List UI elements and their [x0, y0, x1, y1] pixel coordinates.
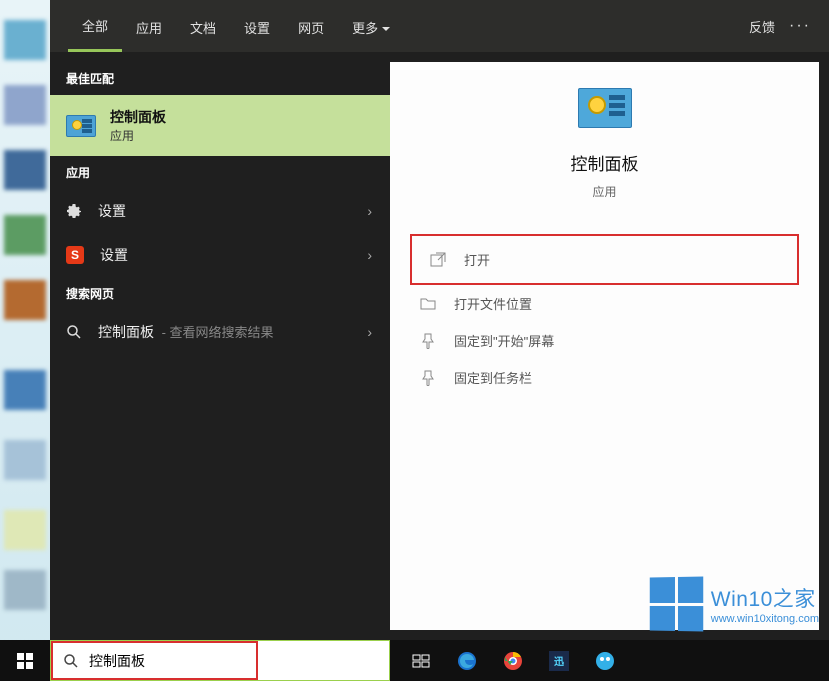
- feedback-link[interactable]: 反馈: [749, 17, 775, 36]
- options-menu-icon[interactable]: ···: [789, 17, 811, 35]
- svg-text:迅: 迅: [554, 655, 564, 668]
- section-best-match: 最佳匹配: [50, 62, 390, 95]
- tab-docs[interactable]: 文档: [176, 2, 230, 51]
- details-subtitle: 应用: [410, 183, 799, 200]
- gear-icon: [66, 203, 82, 219]
- chevron-right-icon: ›: [367, 203, 372, 219]
- open-icon: [430, 252, 446, 268]
- app-item-sogou[interactable]: S 设置 ›: [50, 233, 390, 277]
- web-search-item[interactable]: 控制面板 - 查看网络搜索结果 ›: [50, 310, 390, 354]
- chevron-right-icon: ›: [367, 324, 372, 340]
- chevron-right-icon: ›: [367, 247, 372, 263]
- results-list: 最佳匹配 控制面板 应用 应用 设置 › S 设置 ›: [50, 52, 390, 640]
- start-button[interactable]: [0, 640, 50, 681]
- app-item-label: 设置: [98, 201, 126, 221]
- tab-settings[interactable]: 设置: [230, 2, 284, 51]
- action-label: 固定到任务栏: [454, 368, 532, 387]
- chrome-browser-icon[interactable]: [490, 640, 536, 681]
- app-item-label: 设置: [100, 245, 128, 265]
- windows-logo-icon: [650, 576, 703, 631]
- search-icon: [66, 324, 82, 340]
- taskbar-search[interactable]: [50, 640, 390, 681]
- best-match-title: 控制面板: [110, 107, 166, 127]
- details-pane: 控制面板 应用 打开 打开文件位置: [390, 62, 819, 630]
- taskbar: 迅: [0, 640, 829, 681]
- action-label: 固定到"开始"屏幕: [454, 331, 554, 350]
- search-input[interactable]: [89, 653, 377, 669]
- pin-start-icon: [420, 333, 436, 349]
- watermark: Win10之家 www.win10xitong.com: [649, 577, 819, 631]
- watermark-title: Win10之家: [711, 583, 819, 613]
- section-apps: 应用: [50, 156, 390, 189]
- desktop-strip: [0, 0, 50, 681]
- app-icon-2[interactable]: [582, 640, 628, 681]
- edge-browser-icon[interactable]: [444, 640, 490, 681]
- best-match-subtitle: 应用: [110, 127, 166, 144]
- best-match-item[interactable]: 控制面板 应用: [50, 95, 390, 156]
- web-item-label: 控制面板: [98, 324, 154, 340]
- pin-taskbar-icon: [420, 370, 436, 386]
- tab-all[interactable]: 全部: [68, 0, 122, 52]
- task-view-button[interactable]: [398, 640, 444, 681]
- search-tabs: 全部 应用 文档 设置 网页 更多 反馈 ···: [50, 0, 829, 52]
- folder-icon: [420, 296, 436, 312]
- watermark-url: www.win10xitong.com: [711, 613, 819, 625]
- search-panel: 全部 应用 文档 设置 网页 更多 反馈 ··· 最佳匹配 控制面板 应用 应用: [50, 0, 829, 640]
- section-search-web: 搜索网页: [50, 277, 390, 310]
- tab-more[interactable]: 更多: [338, 2, 404, 51]
- action-pin-taskbar[interactable]: 固定到任务栏: [410, 359, 799, 396]
- app-icon-1[interactable]: 迅: [536, 640, 582, 681]
- control-panel-large-icon: [578, 88, 632, 128]
- search-icon: [63, 653, 79, 669]
- action-open[interactable]: 打开: [410, 234, 799, 285]
- app-item-settings[interactable]: 设置 ›: [50, 189, 390, 233]
- action-pin-start[interactable]: 固定到"开始"屏幕: [410, 322, 799, 359]
- control-panel-icon: [66, 115, 96, 137]
- action-label: 打开文件位置: [454, 294, 532, 313]
- sogou-icon: S: [66, 246, 84, 264]
- web-item-hint: - 查看网络搜索结果: [158, 325, 274, 340]
- action-label: 打开: [464, 250, 490, 269]
- tab-web[interactable]: 网页: [284, 2, 338, 51]
- tab-apps[interactable]: 应用: [122, 2, 176, 51]
- details-title: 控制面板: [410, 150, 799, 175]
- action-open-location[interactable]: 打开文件位置: [410, 285, 799, 322]
- windows-start-icon: [17, 653, 33, 669]
